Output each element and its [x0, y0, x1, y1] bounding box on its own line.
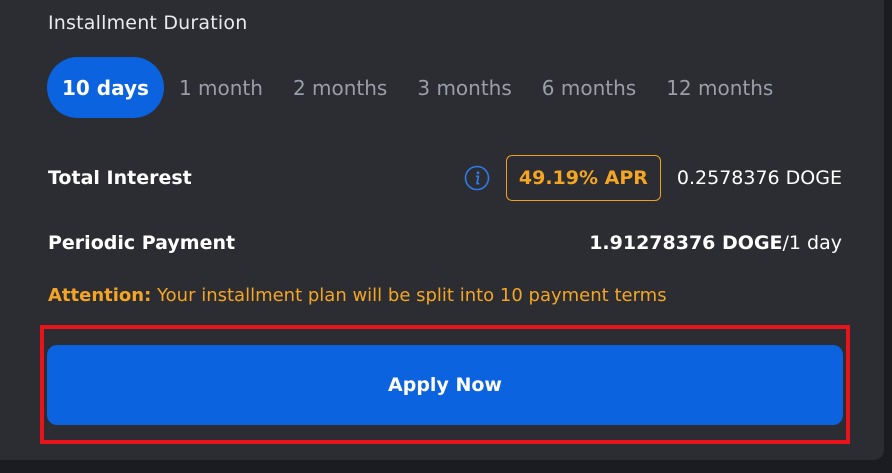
- tab-2-months[interactable]: 2 months: [278, 57, 402, 118]
- tab-12-months[interactable]: 12 months: [651, 57, 788, 118]
- info-icon[interactable]: [464, 165, 490, 191]
- tab-10-days[interactable]: 10 days: [47, 57, 164, 118]
- tab-6-months[interactable]: 6 months: [527, 57, 651, 118]
- apply-now-button[interactable]: Apply Now: [47, 345, 843, 425]
- periodic-payment-row: Periodic Payment 1.91278376 DOGE/1 day: [48, 228, 842, 258]
- attention-message: Your installment plan will be split into…: [151, 285, 667, 306]
- tab-1-month[interactable]: 1 month: [164, 57, 278, 118]
- total-interest-label: Total Interest: [48, 167, 192, 189]
- attention-prefix: Attention:: [48, 285, 152, 306]
- installment-duration-title: Installment Duration: [48, 12, 248, 34]
- attention-notice: Attention: Your installment plan will be…: [48, 285, 667, 306]
- installment-panel: Installment Duration 10 days 1 month 2 m…: [0, 0, 884, 460]
- periodic-payment-label: Periodic Payment: [48, 232, 236, 254]
- periodic-payment-unit: /1 day: [782, 232, 842, 254]
- apr-badge: 49.19% APR: [505, 155, 661, 201]
- periodic-payment-amount: 1.91278376 DOGE: [589, 232, 783, 254]
- total-interest-row: Total Interest 49.19% APR 0.2578376 DOGE: [48, 155, 842, 201]
- duration-tabs: 10 days 1 month 2 months 3 months 6 mont…: [47, 57, 788, 118]
- tab-3-months[interactable]: 3 months: [402, 57, 526, 118]
- total-interest-value: 0.2578376 DOGE: [676, 167, 842, 189]
